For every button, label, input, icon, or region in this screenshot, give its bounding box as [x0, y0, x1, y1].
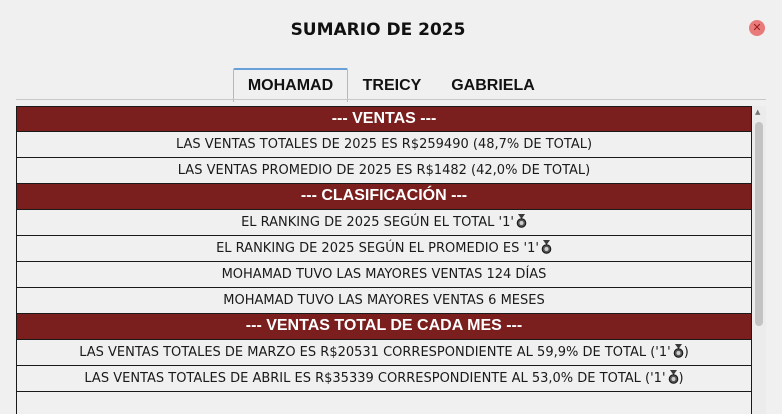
list-item: EL RANKING DE 2025 SEGÚN EL TOTAL '1': [16, 210, 752, 236]
list-item: MOHAMAD TUVO LAS MAYORES VENTAS 6 MESES: [16, 288, 752, 314]
list-item-label: LAS VENTAS TOTALES DE MARZO ES R$20531 C…: [79, 345, 671, 360]
tab-divider: [16, 99, 766, 100]
medal-icon: [541, 240, 552, 254]
list-item: [16, 392, 752, 414]
list-item-suffix: ): [683, 345, 689, 360]
list-item: LAS VENTAS TOTALES DE 2025 ES R$259490 (…: [16, 132, 752, 158]
list-item-label: EL RANKING DE 2025 SEGÚN EL TOTAL '1': [241, 215, 514, 230]
summary-list[interactable]: --- VENTAS --- LAS VENTAS TOTALES DE 202…: [16, 106, 752, 414]
list-item: LAS VENTAS TOTALES DE ABRIL ES R$35339 C…: [16, 366, 752, 392]
list-item: LAS VENTAS PROMEDIO DE 2025 ES R$1482 (4…: [16, 158, 752, 184]
medal-icon: [673, 344, 684, 358]
section-header-ventas-mes: --- VENTAS TOTAL DE CADA MES ---: [16, 314, 752, 340]
section-header-ventas: --- VENTAS ---: [16, 106, 752, 132]
tab-mohamad[interactable]: MOHAMAD: [233, 68, 348, 102]
tab-treicy[interactable]: TREICY: [355, 72, 429, 100]
close-icon[interactable]: ✕: [749, 20, 765, 36]
window-title: SUMARIO DE 2025: [290, 20, 466, 40]
list-item-label: LAS VENTAS TOTALES DE ABRIL ES R$35339 C…: [84, 371, 666, 386]
scrollbar-thumb[interactable]: [755, 122, 763, 326]
medal-icon: [516, 214, 527, 228]
scrollbar[interactable]: ▲: [752, 106, 766, 414]
list-item-suffix: ): [678, 371, 684, 386]
section-header-clasificacion: --- CLASIFICACIÓN ---: [16, 184, 752, 210]
tab-gabriela[interactable]: GABRIELA: [443, 72, 543, 100]
medal-icon: [668, 370, 678, 384]
list-item: MOHAMAD TUVO LAS MAYORES VENTAS 124 DÍAS: [16, 262, 752, 288]
list-item-label: EL RANKING DE 2025 SEGÚN EL PROMEDIO ES …: [216, 241, 539, 256]
scroll-up-icon[interactable]: ▲: [755, 108, 760, 116]
list-item: LAS VENTAS TOTALES DE MARZO ES R$20531 C…: [16, 340, 752, 366]
list-item: EL RANKING DE 2025 SEGÚN EL PROMEDIO ES …: [16, 236, 752, 262]
